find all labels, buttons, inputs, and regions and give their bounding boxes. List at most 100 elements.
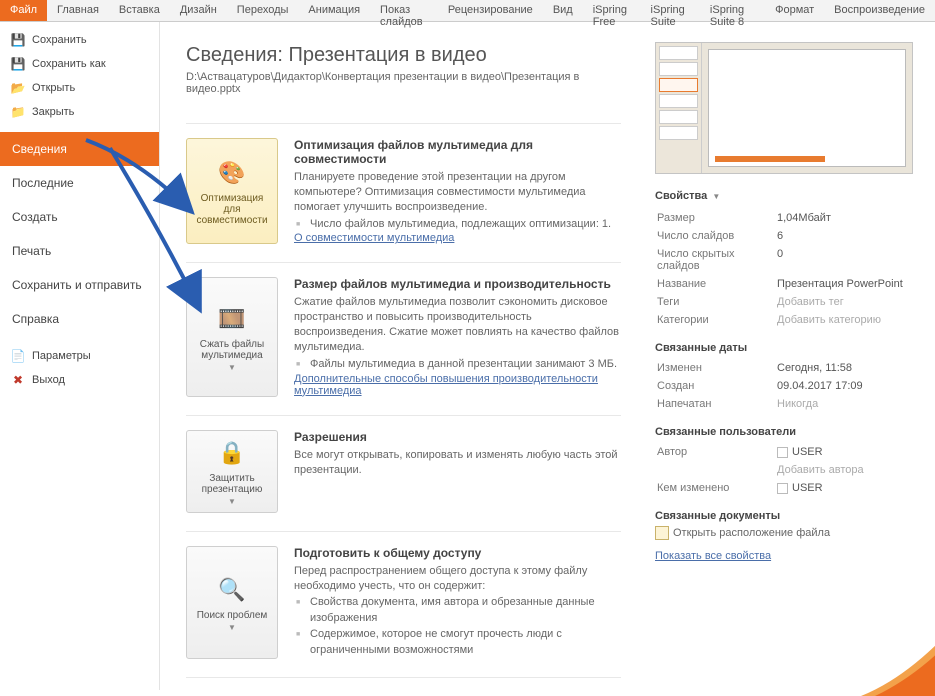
ribbon: Файл Главная Вставка Дизайн Переходы Ани… [0,0,935,22]
author-avatar-icon [777,447,788,458]
open-file-location[interactable]: Открыть расположение файла [655,526,917,540]
sidebar-label: Сохранить [32,34,87,46]
section-title: Разрешения [294,430,621,444]
compress-media-icon: 🎞️ [216,303,248,335]
prop-label: Размер [657,210,775,226]
ribbon-tab-ispring-suite8[interactable]: iSpring Suite 8 [700,0,765,21]
big-btn-label: Оптимизация для совместимости [191,193,273,226]
prop-value: 1,04Мбайт [777,210,915,226]
prop-value: 0 [777,246,915,274]
chevron-down-icon: ▼ [228,623,236,632]
section-title: Оптимизация файлов мультимедиа для совме… [294,138,621,166]
page-title: Сведения: Презентация в видео [186,44,621,67]
prop-value: USER [777,444,915,460]
sidebar-help[interactable]: Справка [0,302,159,336]
inspect-button[interactable]: 🔍 Поиск проблем ▼ [186,546,278,659]
sidebar-save-as[interactable]: 💾 Сохранить как [0,52,159,76]
save-as-icon: 💾 [10,56,26,72]
section-inspect: 🔍 Поиск проблем ▼ Подготовить к общему д… [186,531,621,677]
properties-dropdown[interactable]: Свойства ▼ [655,190,917,204]
ribbon-tab-home[interactable]: Главная [47,0,109,21]
section-optimize: 🎨 Оптимизация для совместимости Оптимиза… [186,123,621,262]
sidebar-save[interactable]: 💾 Сохранить [0,28,159,52]
sidebar-options[interactable]: 📄 Параметры [0,344,159,368]
properties-table: Размер1,04Мбайт Число слайдов6 Число скр… [655,208,917,330]
sidebar-new[interactable]: Создать [0,200,159,234]
file-path: D:\Аствацатуров\Дидактор\Конвертация пре… [186,71,621,95]
prop-value: USER [777,480,915,496]
chevron-down-icon: ▼ [228,497,236,506]
prop-label: Автор [657,444,775,460]
section-protect: 🔒 Защитить презентацию ▼ Разрешения Все … [186,415,621,531]
ribbon-tab-ispring-free[interactable]: iSpring Free [583,0,641,21]
section-compress: 🎞️ Сжать файлы мультимедиа ▼ Размер файл… [186,262,621,414]
compatibility-link[interactable]: О совместимости мультимедиа [294,232,454,244]
dates-head: Связанные даты [655,342,917,354]
ribbon-tab-view[interactable]: Вид [543,0,583,21]
ribbon-tab-playback[interactable]: Воспроизведение [824,0,935,21]
folder-icon [655,526,669,540]
prop-label: Теги [657,294,775,310]
people-head: Связанные пользователи [655,426,917,438]
sidebar-save-send[interactable]: Сохранить и отправить [0,268,159,302]
presentation-thumbnail[interactable] [655,42,913,174]
backstage-sidebar: 💾 Сохранить 💾 Сохранить как 📂 Открыть 📁 … [0,22,160,690]
prop-label: Изменен [657,360,775,376]
ribbon-tab-review[interactable]: Рецензирование [438,0,543,21]
sidebar-label: Параметры [32,350,91,362]
prop-label: Название [657,276,775,292]
chevron-down-icon: ▼ [712,192,720,201]
ribbon-tab-animation[interactable]: Анимация [298,0,370,21]
optimize-button[interactable]: 🎨 Оптимизация для совместимости [186,138,278,244]
prop-value: Презентация PowerPoint [777,276,915,292]
prop-label: Кем изменено [657,480,775,496]
add-author[interactable]: Добавить автора [777,462,915,478]
sidebar-print[interactable]: Печать [0,234,159,268]
ribbon-tab-insert[interactable]: Вставка [109,0,170,21]
sidebar-close[interactable]: 📁 Закрыть [0,100,159,124]
section-desc: Все могут открывать, копировать и изменя… [294,448,621,478]
sidebar-open[interactable]: 📂 Открыть [0,76,159,100]
section-bullet: Содержимое, которое не смогут прочесть л… [310,627,621,659]
section-versions: 📑 Управление версиями ▼ Версии Нет преды… [186,677,621,690]
save-icon: 💾 [10,32,26,48]
exit-icon: ✖ [10,372,26,388]
prop-value: Никогда [777,396,915,412]
section-desc: Планируете проведение этой презентации н… [294,170,621,215]
prop-label: Категории [657,312,775,328]
protect-button[interactable]: 🔒 Защитить презентацию ▼ [186,430,278,513]
ribbon-tab-file[interactable]: Файл [0,0,47,21]
sidebar-recent[interactable]: Последние [0,166,159,200]
sidebar-label: Открыть [32,82,75,94]
prop-label: Число слайдов [657,228,775,244]
prop-value: 09.04.2017 17:09 [777,378,915,394]
compress-button[interactable]: 🎞️ Сжать файлы мультимедиа ▼ [186,277,278,396]
add-category[interactable]: Добавить категорию [777,312,915,328]
prop-label: Число скрытых слайдов [657,246,775,274]
show-all-properties[interactable]: Показать все свойства [655,550,917,562]
sidebar-label: Выход [32,374,65,386]
add-tag[interactable]: Добавить тег [777,294,915,310]
sidebar-exit[interactable]: ✖ Выход [0,368,159,392]
open-location-label: Открыть расположение файла [673,527,830,539]
dates-table: ИзмененСегодня, 11:58 Создан09.04.2017 1… [655,358,917,414]
sidebar-label: Закрыть [32,106,74,118]
section-title: Подготовить к общему доступу [294,546,621,560]
prop-label: Напечатан [657,396,775,412]
ribbon-tab-slideshow[interactable]: Показ слайдов [370,0,438,21]
docs-head: Связанные документы [655,510,917,522]
prop-label: Создан [657,378,775,394]
compress-more-link[interactable]: Дополнительные способы повышения произво… [294,373,598,397]
corner-decoration [865,644,935,690]
section-desc: Сжатие файлов мультимедиа позволит сэкон… [294,295,621,354]
lock-icon: 🔒 [216,437,248,469]
big-btn-label: Поиск проблем [197,610,268,621]
sidebar-info[interactable]: Сведения [0,132,159,166]
section-desc: Перед распространением общего доступа к … [294,564,621,594]
ribbon-tab-transitions[interactable]: Переходы [227,0,299,21]
ribbon-tab-ispring-suite[interactable]: iSpring Suite [641,0,700,21]
prop-value: Сегодня, 11:58 [777,360,915,376]
ribbon-tab-design[interactable]: Дизайн [170,0,227,21]
ribbon-tab-format[interactable]: Формат [765,0,824,21]
section-bullet: Свойства документа, имя автора и обрезан… [310,595,621,627]
